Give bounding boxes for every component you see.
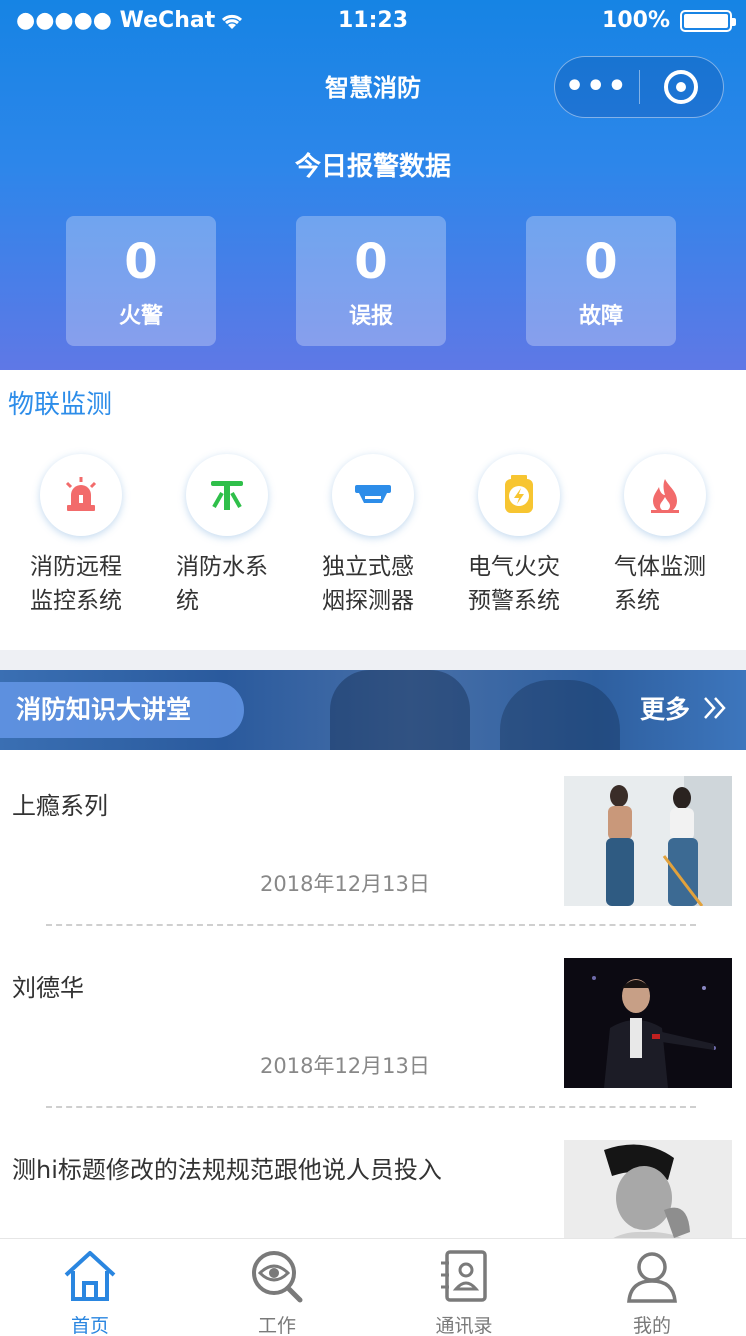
news-date: 2018年12月13日 xyxy=(260,872,430,896)
iot-label: 气体监测系统 xyxy=(614,554,706,614)
double-chevron-right-icon xyxy=(704,697,726,719)
section-divider xyxy=(0,650,746,670)
battery-percent: 100% xyxy=(602,8,670,33)
tab-label: 工作 xyxy=(257,1315,296,1336)
news-title: 测hi标题修改的法规规范跟他说人员投入 xyxy=(12,1156,442,1184)
smoke-detector-icon xyxy=(332,454,414,536)
dashed-divider xyxy=(46,1106,696,1108)
stat-card-fire[interactable]: 0 火警 xyxy=(66,216,216,346)
flame-icon xyxy=(624,454,706,536)
dashed-divider xyxy=(46,924,696,926)
stat-value: 0 xyxy=(584,234,618,290)
iot-item-remote-monitoring[interactable]: 消防远程监控系统 xyxy=(30,454,160,618)
stat-value: 0 xyxy=(124,234,158,290)
iot-item-water-system[interactable]: 消防水系统 xyxy=(176,454,306,618)
knowledge-banner[interactable]: 消防知识大讲堂 更多 xyxy=(0,670,746,750)
contacts-book-icon xyxy=(404,1247,524,1305)
iot-label: 独立式感烟探测器 xyxy=(322,554,414,614)
news-date: 2018年12月13日 xyxy=(260,1054,430,1078)
more-link[interactable]: 更多 xyxy=(640,690,728,726)
section-title-iot: 物联监测 xyxy=(8,390,113,420)
header-hero: ●●●●● WeChat 11:23 100% 智慧消防 ••• 今日报警数据 … xyxy=(0,0,746,370)
alarm-light-icon xyxy=(40,454,122,536)
tab-contacts[interactable]: 通讯录 xyxy=(404,1247,524,1336)
stat-label: 火警 xyxy=(118,304,163,329)
home-icon xyxy=(30,1247,150,1305)
news-title: 刘德华 xyxy=(12,974,84,1002)
lightning-battery-icon xyxy=(478,454,560,536)
iot-item-gas-monitoring[interactable]: 气体监测系统 xyxy=(614,454,744,618)
target-icon xyxy=(664,70,699,104)
more-label: 更多 xyxy=(639,695,690,724)
banner-background-figure xyxy=(500,680,620,750)
battery-status: 100% xyxy=(602,8,736,33)
bottom-tab-bar: 首页 工作 通讯录 我的 xyxy=(0,1238,746,1336)
news-list-item[interactable]: 刘德华 2018年12月13日 xyxy=(0,952,746,1134)
tab-home[interactable]: 首页 xyxy=(30,1247,150,1336)
battery-icon xyxy=(680,9,736,32)
news-list-item[interactable]: 上瘾系列 2018年12月13日 xyxy=(0,770,746,952)
iot-item-electrical-fire[interactable]: 电气火灾预警系统 xyxy=(468,454,598,618)
stat-label: 故障 xyxy=(578,304,623,329)
today-alarm-title: 今日报警数据 xyxy=(294,152,451,182)
iot-label: 消防水系统 xyxy=(176,554,268,614)
iot-label: 电气火灾预警系统 xyxy=(468,554,560,614)
news-thumbnail xyxy=(564,776,732,906)
news-thumbnail xyxy=(564,958,732,1088)
stat-value: 0 xyxy=(354,234,388,290)
banner-background-figure xyxy=(330,670,470,750)
status-bar: ●●●●● WeChat 11:23 100% xyxy=(0,0,746,44)
user-icon xyxy=(592,1247,712,1305)
stat-card-fault[interactable]: 0 故障 xyxy=(526,216,676,346)
tab-me[interactable]: 我的 xyxy=(592,1247,712,1336)
tab-label: 我的 xyxy=(632,1315,671,1336)
tab-label: 通讯录 xyxy=(435,1315,493,1336)
stat-label: 误报 xyxy=(348,304,393,329)
close-miniprogram-button[interactable] xyxy=(640,70,724,104)
iot-item-smoke-detector[interactable]: 独立式感烟探测器 xyxy=(322,454,452,618)
iot-label: 消防远程监控系统 xyxy=(30,554,122,614)
tab-label: 首页 xyxy=(70,1315,109,1336)
news-title: 上瘾系列 xyxy=(12,792,108,820)
tab-work[interactable]: 工作 xyxy=(217,1247,337,1336)
eye-search-icon xyxy=(217,1247,337,1305)
banner-title: 消防知识大讲堂 xyxy=(0,682,244,738)
miniprogram-capsule: ••• xyxy=(554,56,724,118)
stat-card-false-alarm[interactable]: 0 误报 xyxy=(296,216,446,346)
hydrant-icon xyxy=(186,454,268,536)
more-menu-button[interactable]: ••• xyxy=(555,72,639,102)
